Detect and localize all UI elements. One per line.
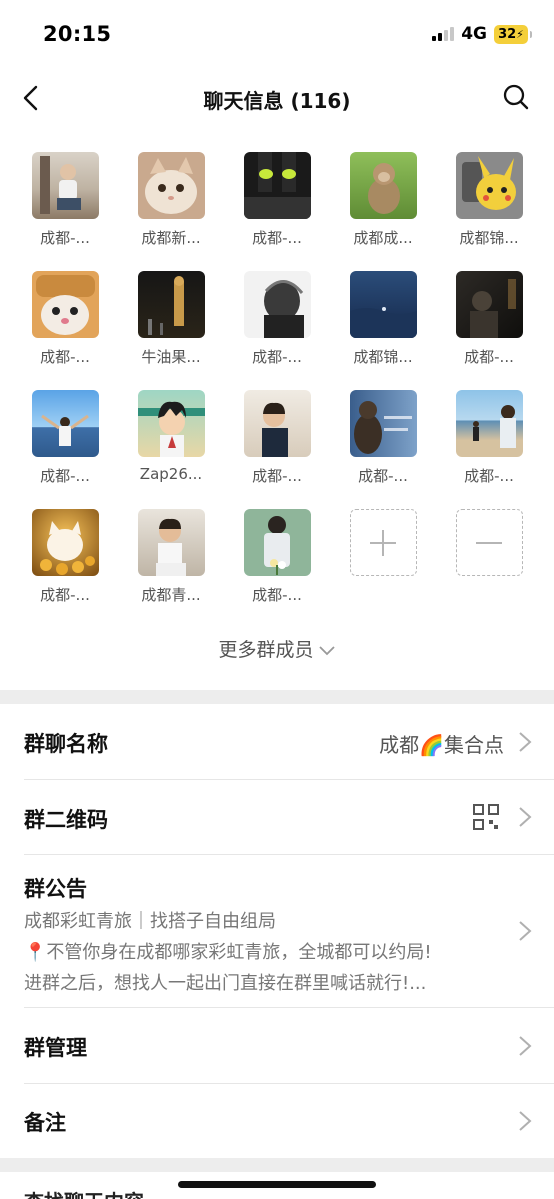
dark-room-avatar [455,271,523,338]
member-name: Zap26... [139,465,203,483]
section-divider [0,1158,554,1172]
boy-portrait-avatar [243,390,311,457]
member-name: 成都-... [252,586,302,604]
remark-row[interactable]: 备注 [24,1084,554,1158]
plus-icon[interactable] [349,509,417,576]
section-divider [0,690,554,704]
member-name: 成都-... [464,348,514,366]
member-name: 成都-... [40,229,90,247]
beach-couple-avatar [455,390,523,457]
member-item[interactable]: 成都-... [12,509,118,619]
member-name: 成都-... [252,348,302,366]
member-name: 成都-... [40,348,90,366]
more-members-link[interactable]: 更多群成员 [0,635,554,662]
network-label: 4G [461,24,487,44]
member-item[interactable]: 成都锦... [436,152,542,262]
group-notice-row[interactable]: 群公告 成都彩虹青旅｜找搭子自由组局 📍不管你身在成都哪家彩虹青旅，全城都可以约… [24,855,554,1008]
add-member-button[interactable] [330,509,436,619]
member-name: 成都成... [353,229,413,247]
anime-boy-avatar [137,390,205,457]
person-sitting-avatar [31,152,99,219]
member-name: 成都锦... [353,348,413,366]
bear-window-avatar [349,390,417,457]
member-item[interactable]: 成都-... [12,390,118,500]
member-item[interactable]: 牛油果... [118,271,224,381]
group-manage-row[interactable]: 群管理 [24,1008,554,1084]
member-item[interactable]: 成都-... [436,390,542,500]
group-qr-row[interactable]: 群二维码 [24,780,554,855]
battery-level: 32 [498,26,517,42]
member-name: 成都-... [464,467,514,485]
ocean-avatar [349,271,417,338]
battery-icon: 32 ⚡ [494,24,532,44]
status-indicators: 4G 32 ⚡ [432,24,532,44]
home-indicator[interactable] [178,1181,376,1188]
member-name: 成都锦... [459,229,519,247]
member-item[interactable]: 成都-... [330,390,436,500]
status-bar: 20:15 4G 32 ⚡ [0,0,554,66]
member-name: 成都青... [141,586,201,604]
minus-icon[interactable] [455,509,523,576]
group-name-value: 成都🌈集合点 [379,733,504,757]
chevron-down-icon [318,645,335,655]
member-item[interactable]: 成都-... [12,271,118,381]
member-name: 成都-... [40,467,90,485]
child-avatar [137,509,205,576]
signal-icon [432,27,455,41]
member-item[interactable]: Zap26... [118,390,224,500]
chevron-right-icon [519,732,532,752]
member-item[interactable]: 成都-... [224,152,330,262]
pikachu-avatar [455,152,523,219]
member-name: 成都-... [358,467,408,485]
member-item[interactable]: 成都成... [330,152,436,262]
flowers-back-avatar [243,509,311,576]
monkey-avatar [349,152,417,219]
member-name: 成都-... [252,467,302,485]
remove-member-button[interactable] [436,509,542,619]
cat-toast-avatar [31,271,99,338]
remark-label: 备注 [24,1111,66,1135]
more-members-label: 更多群成员 [218,639,314,661]
nav-bar: 聊天信息 (116) [0,70,554,128]
notice-line-2: 📍不管你身在成都哪家彩虹青旅，全城都可以约局! [24,942,432,963]
chevron-right-icon [519,807,532,827]
member-item[interactable]: 成都青... [118,509,224,619]
member-name: 成都-... [40,586,90,604]
chevron-right-icon [519,1111,532,1131]
beach-man-avatar [31,390,99,457]
notice-line-3: 进群之后，想找人一起出门直接在群里喊话就行!... [24,973,427,994]
member-name: 成都-... [252,229,302,247]
search-icon[interactable] [502,83,530,111]
member-name: 成都新... [141,229,201,247]
bw-hair-avatar [243,271,311,338]
member-item[interactable]: 成都-... [436,271,542,381]
legs-socks-avatar [243,152,311,219]
qr-code-icon [473,804,499,830]
member-item[interactable]: 成都-... [224,509,330,619]
member-item[interactable]: 成都-... [224,390,330,500]
chevron-right-icon [519,921,532,941]
group-qr-label: 群二维码 [24,808,108,832]
group-manage-label: 群管理 [24,1036,87,1060]
member-item[interactable]: 成都锦... [330,271,436,381]
status-time: 20:15 [43,22,112,46]
group-name-row[interactable]: 群聊名称 成都🌈集合点 [24,704,554,780]
search-chat-history-row[interactable]: 查找聊天内容 [24,1186,144,1199]
member-item[interactable]: 成都新... [118,152,224,262]
member-item[interactable]: 成都-... [224,271,330,381]
member-name: 牛油果... [141,348,201,366]
cat-avatar [137,152,205,219]
gold-cat-avatar [31,509,99,576]
notice-line-1: 成都彩虹青旅｜找搭子自由组局 [24,911,276,932]
chevron-right-icon [519,1036,532,1056]
group-notice-label: 群公告 [24,877,87,901]
member-item[interactable]: 成都-... [12,152,118,262]
page-title: 聊天信息 (116) [203,89,351,113]
group-name-label: 群聊名称 [24,732,108,756]
night-statue-avatar [137,271,205,338]
